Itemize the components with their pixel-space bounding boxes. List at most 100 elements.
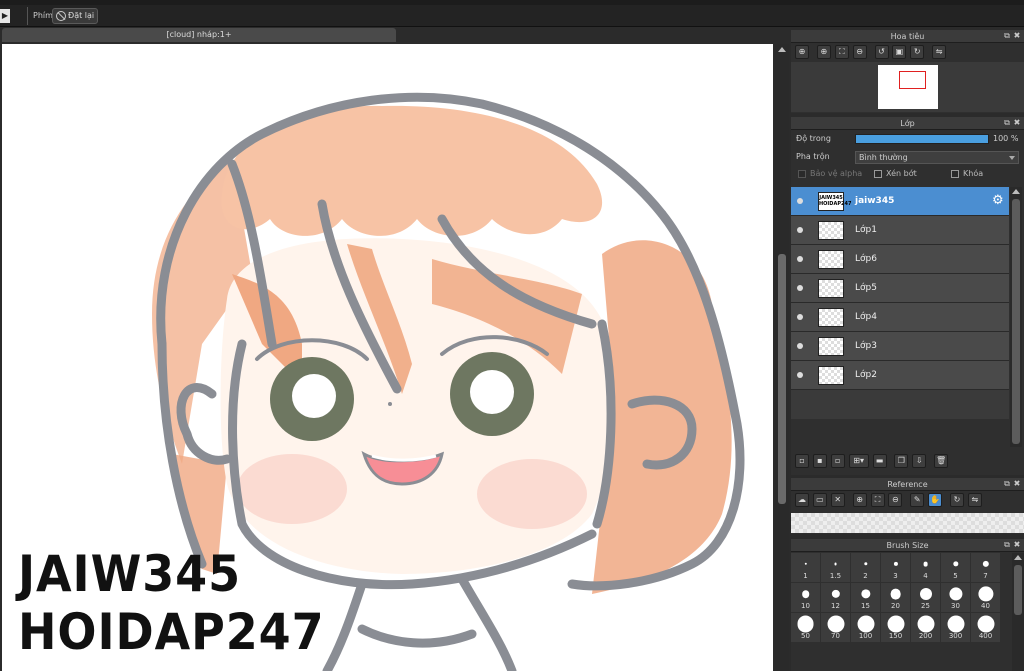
eye-icon[interactable] [797,198,803,204]
close-icon[interactable]: ✖ [1013,541,1021,549]
popout-icon[interactable]: ⧉ [1003,480,1011,488]
brush-size-option[interactable]: 4 [911,553,940,582]
brush-size-option[interactable]: 400 [971,613,1000,642]
add-layer-dropdown-icon[interactable]: ⊞▾ [848,454,869,468]
navigator-view[interactable] [791,62,1024,112]
scroll-up-icon[interactable] [1014,555,1022,560]
eye-icon[interactable] [797,372,803,378]
brush-size-option[interactable]: 20 [881,583,910,612]
eye-icon[interactable] [797,314,803,320]
blend-mode-select[interactable]: Bình thường [855,151,1019,164]
open-folder-icon[interactable]: ▭ [812,493,827,507]
lock-label: Khóa [963,169,984,178]
brush-size-option[interactable]: 100 [851,613,880,642]
brush-size-option[interactable]: 1 [791,553,820,582]
brush-size-option[interactable]: 2 [851,553,880,582]
eye-icon[interactable] [797,227,803,233]
reference-header: Reference ⧉ ✖ [791,478,1024,491]
protect-alpha-checkbox[interactable] [798,170,806,178]
gear-icon[interactable]: ⚙ [992,194,1005,207]
layer-item-lop2[interactable]: Lớp2 [791,361,1009,390]
fit-icon[interactable]: ⛶ [870,493,885,507]
new-layer-icon[interactable]: ▫ [795,454,809,468]
popout-icon[interactable]: ⧉ [1003,32,1011,40]
brush-scroll-thumb[interactable] [1014,565,1022,615]
opacity-slider[interactable] [855,134,989,144]
rotate-left-icon[interactable]: ↺ [874,45,889,59]
hand-icon[interactable]: ✋ [928,493,943,507]
rotate-icon[interactable]: ↻ [950,493,964,507]
drawing-canvas[interactable]: JAIW345 HOIDAP247 [2,44,773,671]
layer-item-lop5[interactable]: Lớp5 [791,274,1009,303]
brush-size-option[interactable]: 5 [941,553,970,582]
layer-scroll-thumb[interactable] [1012,199,1020,444]
brush-size-option[interactable]: 7 [971,553,1000,582]
brush-size-option[interactable]: 3 [881,553,910,582]
layer-item-lop4[interactable]: Lớp4 [791,303,1009,332]
zoom-in-icon[interactable]: ⊕ [852,493,867,507]
eye-icon[interactable] [797,256,803,262]
zoom-out-icon[interactable]: ⊖ [888,493,903,507]
canvas-scroll-thumb[interactable] [778,254,786,504]
brush-size-option[interactable]: 10 [791,583,820,612]
play-icon[interactable]: ▶ [0,9,10,23]
eye-icon[interactable] [797,285,803,291]
eyedropper-icon[interactable]: ✎ [910,493,925,507]
brush-size-label: 30 [951,602,960,610]
clipping-checkbox[interactable] [874,170,882,178]
scroll-up-icon[interactable] [1012,189,1020,194]
popout-icon[interactable]: ⧉ [1003,119,1011,127]
brush-size-label: 40 [981,602,990,610]
fit-window-icon[interactable]: ▣ [892,45,907,59]
navigator-viewport-rect[interactable] [899,71,926,89]
close-icon[interactable]: ✖ [1013,32,1021,40]
brush-size-option[interactable]: 50 [791,613,820,642]
new-layer-1bit-icon[interactable]: ▫ [830,454,845,468]
folder-icon[interactable]: ▬ [872,454,887,468]
layer-thumbnail [818,250,844,269]
brush-size-option[interactable]: 30 [941,583,970,612]
brush-size-option[interactable]: 12 [821,583,850,612]
lock-checkbox[interactable] [951,170,959,178]
brush-scrollbar[interactable] [1012,553,1024,671]
brush-size-option[interactable]: 300 [941,613,970,642]
layer-item-jaiw345[interactable]: JAIW345 HOIDAP247 jaiw345 ⚙ [791,187,1009,216]
layer-scrollbar[interactable] [1010,187,1022,447]
flip-icon[interactable]: ⇋ [967,493,982,507]
rotate-right-icon[interactable]: ↻ [910,45,925,59]
reference-view[interactable] [791,513,1024,533]
layer-item-lop1[interactable]: Lớp1 [791,216,1009,245]
brush-size-label: 10 [801,602,810,610]
close-icon[interactable]: ✕ [830,493,845,507]
canvas-scrollbar[interactable] [775,44,789,671]
zoom-in-icon[interactable]: ⊕ [816,45,831,59]
brush-dot-icon [923,561,928,567]
layer-item-lop6[interactable]: Lớp6 [791,245,1009,274]
popout-icon[interactable]: ⧉ [1003,541,1011,549]
close-icon[interactable]: ✖ [1013,480,1021,488]
scroll-up-icon[interactable] [778,47,786,52]
brush-size-label: 400 [978,632,993,640]
brush-size-label: 70 [831,632,840,640]
zoom-in-icon[interactable]: ⊕ [795,45,809,59]
document-tab[interactable]: [cloud] nháp:1+ [2,28,396,42]
merge-down-icon[interactable]: ⇩ [912,454,927,468]
brush-size-option[interactable]: 150 [881,613,910,642]
duplicate-icon[interactable]: ❐ [894,454,909,468]
new-layer-8bit-icon[interactable]: ▪ [812,454,827,468]
brush-size-option[interactable]: 25 [911,583,940,612]
fit-icon[interactable]: ⛶ [834,45,849,59]
eye-icon[interactable] [797,343,803,349]
zoom-out-icon[interactable]: ⊖ [852,45,867,59]
brush-size-option[interactable]: 70 [821,613,850,642]
brush-size-option[interactable]: 40 [971,583,1000,612]
flip-icon[interactable]: ⇋ [932,45,947,59]
reset-button[interactable]: Đặt lại [52,8,98,24]
cloud-upload-icon[interactable]: ☁ [795,493,809,507]
brush-size-option[interactable]: 200 [911,613,940,642]
trash-icon[interactable]: 🗑 [934,454,949,468]
brush-size-option[interactable]: 15 [851,583,880,612]
layer-item-lop3[interactable]: Lớp3 [791,332,1009,361]
brush-size-option[interactable]: 1.5 [821,553,850,582]
close-icon[interactable]: ✖ [1013,119,1021,127]
